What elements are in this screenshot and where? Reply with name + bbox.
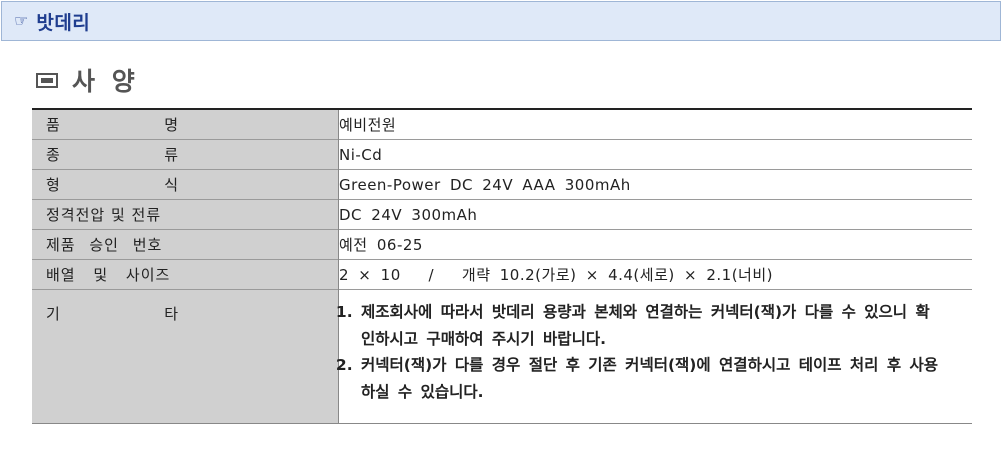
value-text: 2 × 10 / 개략 10.2(가로) × 4.4(세로) × 2.1(너비): [339, 266, 773, 284]
row-value: DC 24V 300mAh: [338, 199, 972, 230]
page-title: 밧데리: [36, 11, 91, 34]
row-value: 2 × 10 / 개략 10.2(가로) × 4.4(세로) × 2.1(너비): [338, 259, 972, 290]
label-part: 기: [46, 305, 60, 323]
table-row: 형식 Green-Power DC 24V AAA 300mAh: [32, 169, 972, 200]
table-row: 품명 예비전원: [32, 108, 972, 140]
section-heading: 사 양: [36, 62, 139, 98]
row-label: 품명: [32, 108, 339, 140]
value-text: Green-Power DC 24V AAA 300mAh: [339, 175, 631, 194]
row-value: 제조회사에 따라서 밧데리 용량과 본체와 연결하는 커넥터(잭)가 다를 수 …: [338, 289, 972, 424]
table-row: 제품 승인 번호 예전 06-25: [32, 229, 972, 260]
row-label: 배열 및 사이즈: [32, 259, 339, 290]
label-text: 정격전압 및 전류: [46, 206, 162, 224]
label-part: 형: [46, 176, 60, 194]
hand-pointing-icon: ☞: [14, 11, 29, 30]
row-label: 종류: [32, 139, 339, 170]
label-part: 품: [46, 116, 60, 134]
table-row: 기타 제조회사에 따라서 밧데리 용량과 본체와 연결하는 커넥터(잭)가 다를…: [32, 289, 972, 424]
list-item: 제조회사에 따라서 밧데리 용량과 본체와 연결하는 커넥터(잭)가 다를 수 …: [361, 299, 942, 352]
label-part: 명: [164, 116, 178, 134]
section-title: 사 양: [72, 67, 139, 96]
value-text: DC 24V 300mAh: [339, 205, 478, 224]
spec-table: 품명 예비전원 종류 Ni-Cd 형식 Green-Power DC 24V A…: [32, 108, 972, 424]
label-part: 타: [164, 305, 178, 323]
label-part: 류: [164, 146, 178, 164]
list-item: 커넥터(잭)가 다를 경우 절단 후 기존 커넥터(잭)에 연결하시고 테이프 …: [361, 352, 942, 405]
row-label: 제품 승인 번호: [32, 229, 339, 260]
label-part: 식: [164, 176, 178, 194]
label-part: 종: [46, 146, 60, 164]
row-value: Ni-Cd: [338, 139, 972, 170]
table-row: 정격전압 및 전류 DC 24V 300mAh: [32, 199, 972, 230]
square-icon: [36, 72, 58, 88]
row-value: Green-Power DC 24V AAA 300mAh: [338, 169, 972, 200]
value-text: 예전 06-25: [339, 236, 423, 254]
table-row: 배열 및 사이즈 2 × 10 / 개략 10.2(가로) × 4.4(세로) …: [32, 259, 972, 290]
row-value: 예전 06-25: [338, 229, 972, 260]
table-row: 종류 Ni-Cd: [32, 139, 972, 170]
notes-list: 제조회사에 따라서 밧데리 용량과 본체와 연결하는 커넥터(잭)가 다를 수 …: [339, 299, 942, 405]
row-label: 기타: [32, 289, 339, 424]
value-text: 예비전원: [339, 116, 397, 134]
row-value: 예비전원: [338, 108, 972, 140]
label-text: 제품 승인 번호: [46, 236, 163, 254]
label-text: 배열 및 사이즈: [46, 266, 171, 284]
row-label: 정격전압 및 전류: [32, 199, 339, 230]
value-text: Ni-Cd: [339, 145, 383, 164]
row-label: 형식: [32, 169, 339, 200]
header-bar: ☞ 밧데리: [1, 1, 1001, 41]
